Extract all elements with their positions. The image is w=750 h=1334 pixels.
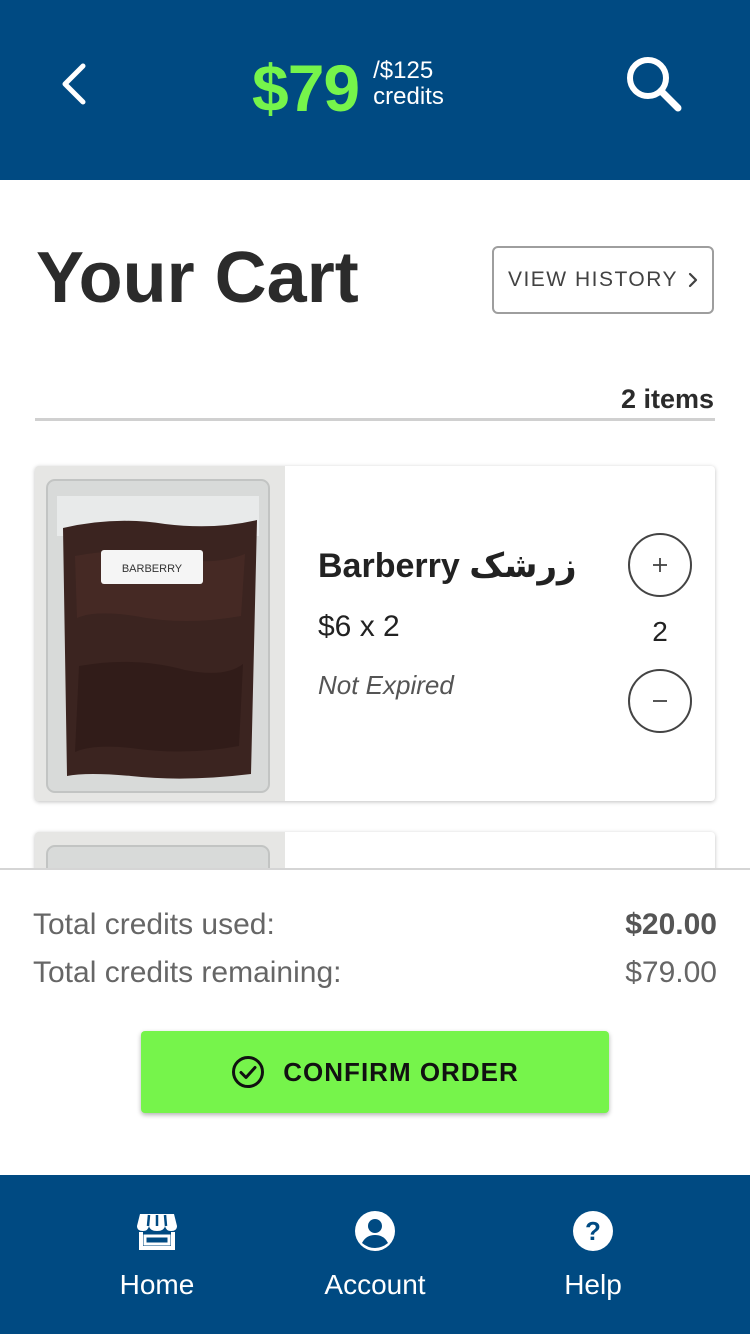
credits-meta: /$125 credits <box>373 58 444 110</box>
credits-unit: credits <box>373 83 444 110</box>
chevron-right-icon <box>688 272 698 288</box>
package-label: BARBERRY <box>122 563 183 575</box>
divider <box>35 418 715 421</box>
nav-item-home[interactable]: Home <box>57 1175 257 1334</box>
credits-remaining-label: Total credits remaining: <box>33 956 342 989</box>
nav-item-account[interactable]: Account <box>275 1175 475 1334</box>
help-icon-wrap: ? <box>571 1209 615 1253</box>
order-summary-panel: Total credits used: $20.00 Total credits… <box>0 868 750 1175</box>
search-icon <box>627 57 682 112</box>
view-history-label: VIEW HISTORY <box>507 268 679 291</box>
increase-quantity-button[interactable] <box>628 533 692 597</box>
account-circle-icon <box>355 1211 395 1251</box>
cart-item-count: 2 items <box>620 384 714 414</box>
store-icon <box>137 1214 177 1250</box>
nav-label-account: Account <box>324 1269 426 1300</box>
view-history-button[interactable]: VIEW HISTORY <box>492 246 714 314</box>
cart-item-card: BARBERRY Barberry زرشک $6 x 2 Not Expire… <box>35 466 715 801</box>
account-icon-wrap <box>353 1209 397 1253</box>
item-expiry-status: Not Expired <box>318 670 454 700</box>
credits-used-label: Total credits used: <box>33 908 275 941</box>
help-circle-icon: ? <box>573 1211 613 1251</box>
minus-icon <box>653 700 667 702</box>
item-name: Barberry زرشک <box>318 547 577 585</box>
app-root: $79 /$125 credits Your Cart VIEW HISTORY… <box>0 0 750 1334</box>
svg-text:?: ? <box>585 1216 601 1246</box>
credits-remaining-value: $79.00 <box>625 956 717 989</box>
confirm-order-label: CONFIRM ORDER <box>283 1056 519 1087</box>
confirm-order-button[interactable]: CONFIRM ORDER <box>141 1031 609 1113</box>
bottom-nav: Home Account ? Help <box>0 1175 750 1334</box>
check-circle-icon <box>232 1056 265 1088</box>
item-price: $6 x 2 <box>318 610 400 643</box>
credits-total: /$125 <box>373 57 434 84</box>
quantity-value: 2 <box>652 616 668 647</box>
credits-used-value: $20.00 <box>625 908 717 941</box>
nav-item-help[interactable]: ? Help <box>493 1175 693 1334</box>
nav-label-home: Home <box>119 1269 195 1300</box>
chevron-left-icon <box>62 63 86 105</box>
credits-balance: $79 /$125 credits <box>252 48 444 128</box>
decrease-quantity-button[interactable] <box>628 669 692 733</box>
store-icon-wrap <box>135 1209 179 1253</box>
nav-label-help: Help <box>564 1269 622 1300</box>
top-bar: $79 /$125 credits <box>0 0 750 180</box>
page-title: Your Cart <box>36 238 359 318</box>
product-image: BARBERRY <box>35 466 285 801</box>
plus-icon <box>653 558 667 572</box>
search-button[interactable] <box>622 52 688 118</box>
back-button[interactable] <box>48 56 100 112</box>
credits-remaining-row: Total credits remaining: $79.00 <box>33 956 717 990</box>
credits-used-row: Total credits used: $20.00 <box>33 908 717 942</box>
credits-amount: $79 <box>252 51 360 125</box>
